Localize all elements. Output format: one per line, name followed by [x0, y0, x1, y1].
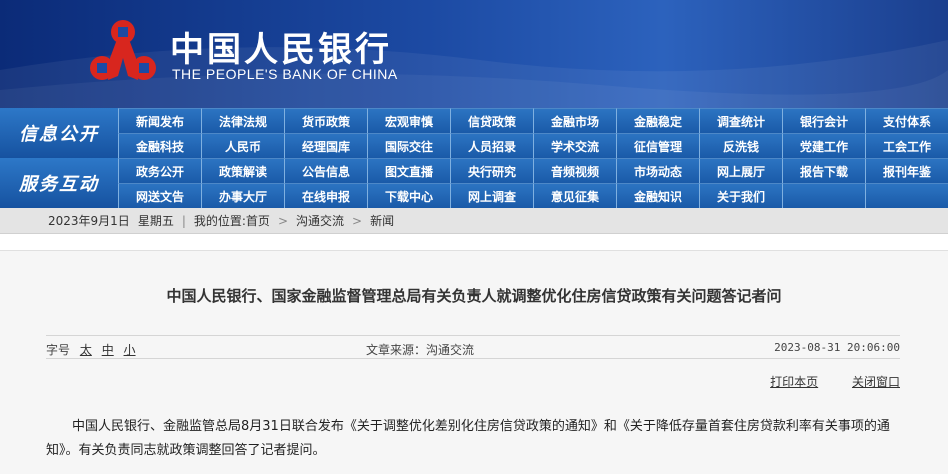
- font-size-controls: 字号 太 中 小: [46, 341, 136, 358]
- nav-info-item-11[interactable]: 人民币: [201, 133, 284, 158]
- nav-service-item-13[interactable]: 下载中心: [367, 183, 450, 208]
- nav-info-item-10[interactable]: 金融科技: [118, 133, 201, 158]
- nav-info-item-1[interactable]: 法律法规: [201, 108, 284, 133]
- nav-service-item-19: [865, 183, 948, 208]
- article-datetime: 2023-08-31 20:06:00: [774, 341, 900, 354]
- nav-service-item-8[interactable]: 报告下载: [782, 158, 865, 183]
- nav-service-item-9[interactable]: 报刊年鉴: [865, 158, 948, 183]
- nav-info-item-8[interactable]: 银行会计: [782, 108, 865, 133]
- nav-service-interaction: 服务互动 政务公开 政策解读 公告信息 图文直播 央行研究 音频视频 市场动态 网上展厅 报告下…: [0, 158, 948, 208]
- article-title: 中国人民银行、国家金融监督管理总局有关负责人就调整优化住房信贷政策有关问题答记者…: [166, 287, 782, 305]
- nav-section-title-service: 服务互动: [0, 158, 118, 208]
- location-label: 我的位置:: [193, 214, 246, 228]
- breadcrumb: 2023年9月1日 星期五 | 我的位置: 首页 > 沟通交流 > 新闻: [0, 208, 948, 234]
- breadcrumb-divider: |: [181, 213, 186, 228]
- nav-service-item-0[interactable]: 政务公开: [118, 158, 201, 183]
- nav-service-item-11[interactable]: 办事大厅: [201, 183, 284, 208]
- font-size-label: 字号: [46, 343, 71, 357]
- article-content: 中国人民银行、国家金融监督管理总局有关负责人就调整优化住房信贷政策有关问题答记者…: [0, 250, 948, 474]
- brand-name-chinese[interactable]: 中国人民银行: [170, 22, 392, 71]
- article-body-paragraph: 中国人民银行、金融监管总局8月31日联合发布《关于调整优化差别化住房信贷政策的通…: [46, 419, 890, 458]
- print-page-link[interactable]: 打印本页: [770, 375, 818, 389]
- article-tools: 打印本页 关闭窗口: [740, 373, 900, 390]
- current-date: 2023年9月1日: [48, 214, 130, 228]
- nav-service-item-10[interactable]: 网送文告: [118, 183, 201, 208]
- nav-info-item-6[interactable]: 金融稳定: [616, 108, 699, 133]
- nav-info-item-12[interactable]: 经理国库: [284, 133, 367, 158]
- breadcrumb-arrow-icon: >: [277, 213, 288, 228]
- nav-service-item-4[interactable]: 央行研究: [450, 158, 533, 183]
- nav-info-item-3[interactable]: 宏观审慎: [367, 108, 450, 133]
- header-banner: 中国人民银行 THE PEOPLE'S BANK OF CHINA: [0, 0, 948, 108]
- nav-info-item-5[interactable]: 金融市场: [533, 108, 616, 133]
- nav-info-item-13[interactable]: 国际交往: [367, 133, 450, 158]
- nav-info-item-0[interactable]: 新闻发布: [118, 108, 201, 133]
- font-medium-button[interactable]: 中: [102, 343, 114, 357]
- nav-service-item-12[interactable]: 在线申报: [284, 183, 367, 208]
- nav-info-item-7[interactable]: 调查统计: [699, 108, 782, 133]
- pboc-logo-icon[interactable]: [88, 18, 158, 88]
- nav-info-item-16[interactable]: 征信管理: [616, 133, 699, 158]
- nav-section-title-info: 信息公开: [0, 108, 118, 158]
- nav-grid-info: 新闻发布 法律法规 货币政策 宏观审慎 信贷政策 金融市场 金融稳定 调查统计 银行会计 支付体系…: [118, 108, 948, 158]
- nav-service-item-6[interactable]: 市场动态: [616, 158, 699, 183]
- breadcrumb-arrow-icon: >: [352, 213, 363, 228]
- nav-service-item-15[interactable]: 意见征集: [533, 183, 616, 208]
- nav-info-item-15[interactable]: 学术交流: [533, 133, 616, 158]
- article-meta-bar: 字号 太 中 小 文章来源：沟通交流 2023-08-31 20:06:00: [46, 335, 900, 359]
- nav-service-item-7[interactable]: 网上展厅: [699, 158, 782, 183]
- font-small-button[interactable]: 小: [124, 343, 136, 357]
- current-weekday: 星期五: [137, 214, 174, 228]
- brand-name-english[interactable]: THE PEOPLE'S BANK OF CHINA: [172, 66, 398, 82]
- nav-service-item-2[interactable]: 公告信息: [284, 158, 367, 183]
- nav-info-item-19[interactable]: 工会工作: [865, 133, 948, 158]
- nav-info-item-18[interactable]: 党建工作: [782, 133, 865, 158]
- nav-info-item-14[interactable]: 人员招录: [450, 133, 533, 158]
- nav-service-item-1[interactable]: 政策解读: [201, 158, 284, 183]
- breadcrumb-home-link[interactable]: 首页: [246, 212, 270, 229]
- nav-info-item-4[interactable]: 信贷政策: [450, 108, 533, 133]
- nav-info-item-2[interactable]: 货币政策: [284, 108, 367, 133]
- nav-service-item-16[interactable]: 金融知识: [616, 183, 699, 208]
- nav-service-item-18: [782, 183, 865, 208]
- font-large-button[interactable]: 太: [80, 343, 92, 357]
- nav-info-item-9[interactable]: 支付体系: [865, 108, 948, 133]
- breadcrumb-level1-link[interactable]: 沟通交流: [296, 212, 344, 229]
- nav-info-item-17[interactable]: 反洗钱: [699, 133, 782, 158]
- article-source: 文章来源：沟通交流: [366, 343, 475, 357]
- nav-service-item-3[interactable]: 图文直播: [367, 158, 450, 183]
- nav-service-item-5[interactable]: 音频视频: [533, 158, 616, 183]
- nav-grid-service: 政务公开 政策解读 公告信息 图文直播 央行研究 音频视频 市场动态 网上展厅 报告下载 报刊年鉴…: [118, 158, 948, 208]
- breadcrumb-level2-link[interactable]: 新闻: [370, 212, 394, 229]
- nav-info-disclosure: 信息公开 新闻发布 法律法规 货币政策 宏观审慎 信贷政策 金融市场 金融稳定 调查统计 银行会…: [0, 108, 948, 158]
- close-window-link[interactable]: 关闭窗口: [852, 375, 900, 389]
- nav-service-item-17[interactable]: 关于我们: [699, 183, 782, 208]
- nav-service-item-14[interactable]: 网上调查: [450, 183, 533, 208]
